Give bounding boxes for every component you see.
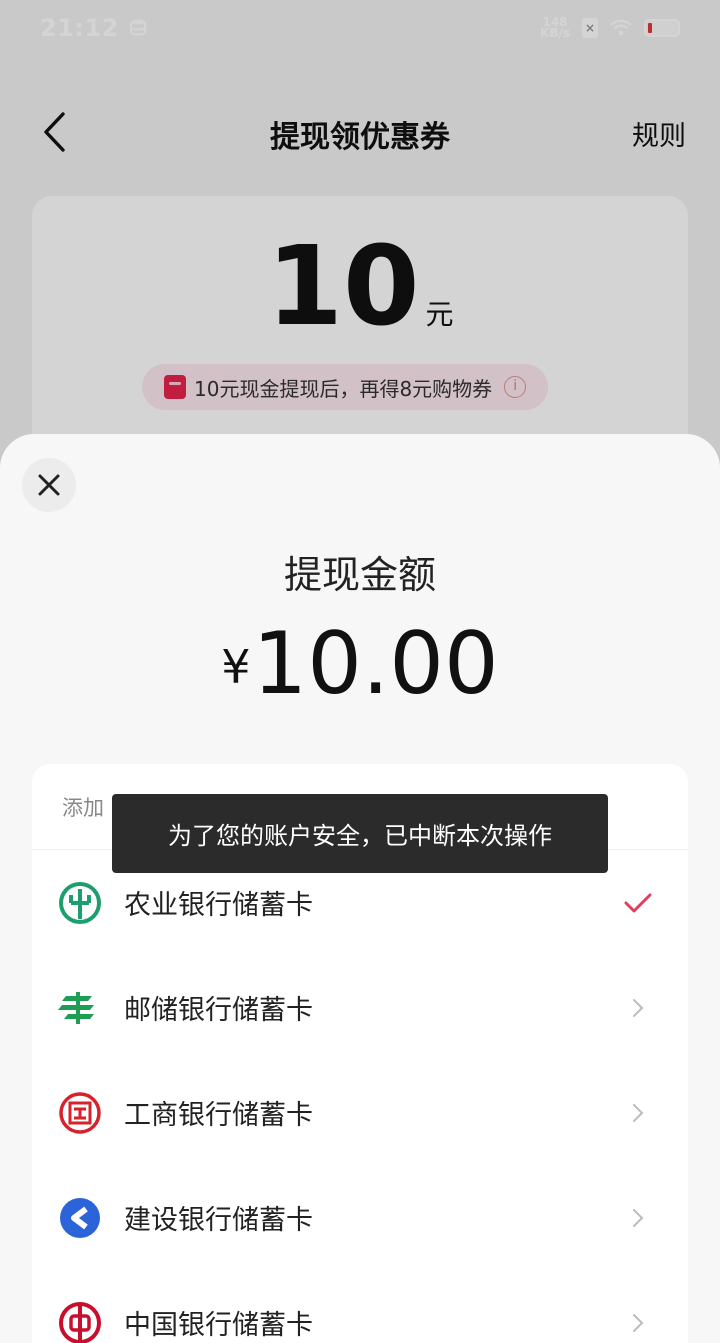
- add-card-label: 添加: [62, 795, 104, 820]
- close-button[interactable]: [22, 458, 76, 512]
- bank-label: 建设银行储蓄卡: [124, 1205, 313, 1236]
- chevron-right-icon: [624, 1099, 652, 1127]
- close-icon: [38, 474, 60, 496]
- currency-symbol: ¥: [221, 640, 251, 694]
- chevron-right-icon: [624, 994, 652, 1022]
- boc-bank-logo-icon: [59, 1301, 101, 1343]
- chevron-right-icon: [624, 1204, 652, 1232]
- bank-row-psbc[interactable]: 邮储银行储蓄卡: [32, 955, 688, 1060]
- bank-row-ccb[interactable]: 建设银行储蓄卡: [32, 1165, 688, 1270]
- chevron-right-icon: [624, 1309, 652, 1337]
- bank-label: 邮储银行储蓄卡: [124, 995, 313, 1026]
- security-toast: 为了您的账户安全，已中断本次操作: [112, 794, 608, 873]
- bank-label: 农业银行储蓄卡: [124, 890, 313, 921]
- bank-row-boc[interactable]: 中国银行储蓄卡: [32, 1270, 688, 1343]
- withdraw-amount-value: ¥10.00: [221, 614, 499, 714]
- ccb-bank-logo-icon: [60, 1197, 100, 1238]
- check-icon: [624, 889, 652, 917]
- bank-row-icbc[interactable]: 工商银行储蓄卡: [32, 1060, 688, 1165]
- abc-bank-logo-icon: [59, 881, 101, 924]
- withdraw-sheet: 提现金额 ¥10.00 添加 农业银行储蓄卡 邮储银行储蓄卡 工商银行储蓄卡 建…: [0, 434, 720, 1343]
- withdraw-amount-title: 提现金额: [283, 553, 436, 597]
- bank-label: 中国银行储蓄卡: [124, 1310, 313, 1341]
- psbc-bank-logo-icon: [58, 991, 94, 1024]
- icbc-bank-logo-icon: [59, 1091, 101, 1134]
- toast-message: 为了您的账户安全，已中断本次操作: [168, 822, 552, 850]
- bank-label: 工商银行储蓄卡: [124, 1100, 313, 1131]
